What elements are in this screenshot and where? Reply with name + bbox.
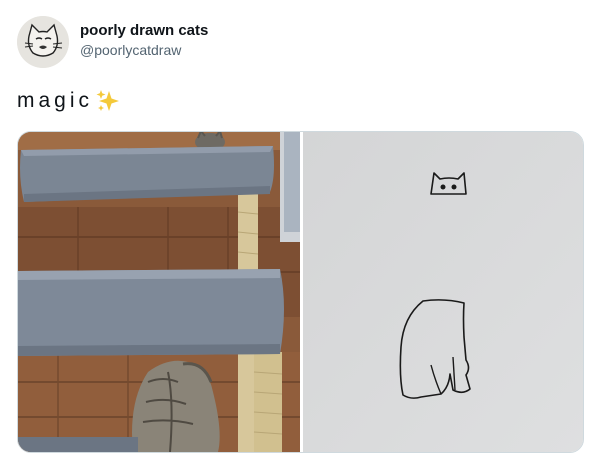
media-grid[interactable] bbox=[17, 131, 584, 453]
tweet-text: magic bbox=[17, 88, 121, 114]
cat-face-drawing-icon bbox=[17, 16, 69, 68]
cat-tree-photo[interactable] bbox=[18, 132, 300, 452]
tweet-text-content: magic bbox=[17, 89, 94, 112]
cat-drawing-image bbox=[303, 132, 583, 452]
author-handle[interactable]: @poorlycatdraw bbox=[80, 42, 181, 58]
cat-tree-photo-image bbox=[18, 132, 300, 452]
sparkles-icon bbox=[96, 90, 120, 111]
cat-drawing-photo[interactable] bbox=[303, 132, 583, 452]
avatar[interactable] bbox=[17, 16, 69, 68]
author-display-name[interactable]: poorly drawn cats bbox=[80, 22, 208, 39]
